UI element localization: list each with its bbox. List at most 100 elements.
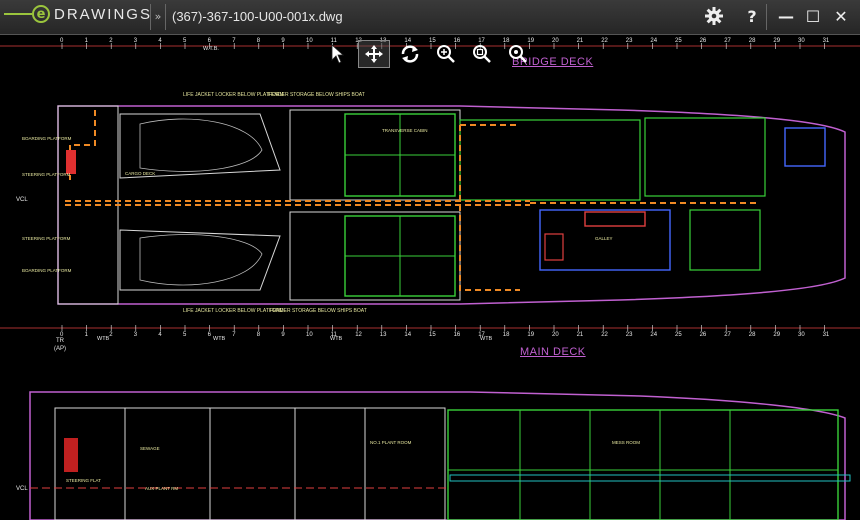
frame-number: 31: [823, 38, 830, 44]
main-deck-cabins: [447, 409, 839, 520]
frame-number: 26: [700, 38, 707, 44]
frame-number: 28: [749, 38, 756, 44]
frame-number: 4: [158, 332, 162, 338]
view-toolbar: [322, 40, 534, 68]
frame-number: 12: [355, 332, 362, 338]
label-fender-bottom: FENDER STORAGE BELOW SHIPS BOAT: [270, 308, 367, 314]
frame-number: 22: [601, 38, 608, 44]
frame-number: 5: [183, 38, 187, 44]
help-button[interactable]: ?: [740, 6, 764, 28]
minimize-button[interactable]: —: [774, 6, 798, 28]
zoom-fit-icon: [509, 45, 527, 63]
saloon-top: [644, 117, 766, 197]
maximize-button[interactable]: ☐: [801, 6, 825, 28]
frame-number: 9: [281, 332, 285, 338]
title-bar: e DRAWINGS » (367)-367-100-U00-001x.dwg …: [0, 0, 860, 35]
label-vcl-upper: VCL: [16, 197, 28, 203]
boat-hull-bottom: [139, 234, 263, 286]
hull-outline-lower: [29, 391, 846, 520]
frame-number: 13: [380, 332, 387, 338]
label-boarding-stbd: BOARDING PLATFORM: [22, 268, 72, 273]
upper-deck-plan: [57, 105, 846, 305]
frame-number: 30: [798, 332, 805, 338]
frame-number: 4: [158, 38, 162, 44]
settings-button[interactable]: [702, 6, 726, 28]
rotate-tool-button[interactable]: [394, 40, 426, 68]
frame-number: 7: [232, 38, 236, 44]
frame-number: 20: [552, 332, 559, 338]
escape-route-centerline: [65, 200, 760, 206]
zoom-area-icon: [473, 45, 491, 63]
logo-line: [4, 13, 32, 15]
frame-number: 8: [257, 38, 261, 44]
frame-number: 21: [577, 332, 584, 338]
frame-number: 14: [404, 332, 411, 338]
select-tool-button[interactable]: [322, 40, 354, 68]
frame-number: 22: [601, 332, 608, 338]
frame-number: 20: [552, 38, 559, 44]
frame-number: 25: [675, 38, 682, 44]
frame-number: 6: [208, 332, 212, 338]
wtb-label: WTB: [97, 336, 110, 342]
zoom-tool-button[interactable]: [430, 40, 462, 68]
corridor-line: [449, 474, 851, 482]
frame-number: 21: [577, 38, 584, 44]
steering-flat-marker: [64, 438, 78, 472]
frame-number: 7: [232, 332, 236, 338]
label-galley: GALLEY: [595, 236, 613, 241]
frame-number: 0: [60, 38, 64, 44]
gear-icon: [705, 7, 723, 25]
frame-number: 10: [306, 38, 313, 44]
frame-number: 5: [183, 332, 187, 338]
frame-number: 24: [650, 38, 657, 44]
frame-number: 29: [773, 332, 780, 338]
frame-number: 1: [85, 38, 89, 44]
label-tr: TR: [56, 338, 65, 344]
close-button[interactable]: ✕: [829, 6, 853, 28]
frame-number: 29: [773, 38, 780, 44]
cad-drawing-canvas[interactable]: 0123456789101112131415161718192021222324…: [0, 34, 860, 520]
frame-number: 3: [134, 332, 138, 338]
file-name: (367)-367-100-U00-001x.dwg: [172, 9, 343, 24]
move-arrows-icon: [365, 45, 383, 63]
label-wtb-top: W.T.B.: [203, 46, 219, 52]
frame-number: 31: [823, 332, 830, 338]
main-deck-label: MAIN DECK: [520, 346, 586, 358]
rotate-icon: [401, 45, 419, 63]
label-steering-flat: STEERING FLAT: [66, 478, 101, 483]
lower-deck-plan: [29, 391, 851, 520]
frame-number: 18: [503, 332, 510, 338]
label-ap: (AP): [54, 346, 66, 352]
frame-number: 28: [749, 332, 756, 338]
label-fender-top: FENDER STORAGE BELOW SHIPS BOAT: [268, 92, 365, 98]
label-mess-room: MESS ROOM: [612, 440, 640, 445]
frame-number: 24: [650, 332, 657, 338]
label-aux-plant: AUX PLANT RM: [145, 486, 178, 491]
zoom-fit-tool-button[interactable]: [502, 40, 534, 68]
label-boarding-port: BOARDING PLATFORM: [22, 136, 72, 141]
frame-number: 30: [798, 38, 805, 44]
pan-tool-button[interactable]: [358, 40, 390, 68]
frame-number: 23: [626, 38, 633, 44]
drawing-labels: LIFE JACKET LOCKER BELOW PLATFORM FENDER…: [16, 46, 640, 492]
frame-number: 26: [700, 332, 707, 338]
expand-panel-button[interactable]: »: [150, 4, 166, 30]
frame-number: 3: [134, 38, 138, 44]
frame-number: 8: [257, 332, 261, 338]
frame-number: 2: [109, 332, 113, 338]
label-steering-stbd: STEERING PLATFORM: [22, 236, 71, 241]
label-cargo-deck: CARGO DECK: [125, 171, 155, 176]
edrawings-logo: e DRAWINGS: [4, 5, 152, 23]
divider: [766, 4, 767, 30]
frame-number: 19: [527, 332, 534, 338]
zoom-area-tool-button[interactable]: [466, 40, 498, 68]
frame-number: 6: [208, 38, 212, 44]
frame-number: 23: [626, 332, 633, 338]
frame-number: 1: [85, 332, 89, 338]
label-transverse-cabin: TRANSVERSE CABIN: [382, 128, 428, 133]
frame-number: 2: [109, 38, 113, 44]
frame-number: 27: [724, 332, 731, 338]
liferaft-marker: [66, 150, 76, 174]
frame-number: 9: [281, 38, 285, 44]
label-lifejacket-bottom: LIFE JACKET LOCKER BELOW PLATFORM: [183, 308, 284, 314]
